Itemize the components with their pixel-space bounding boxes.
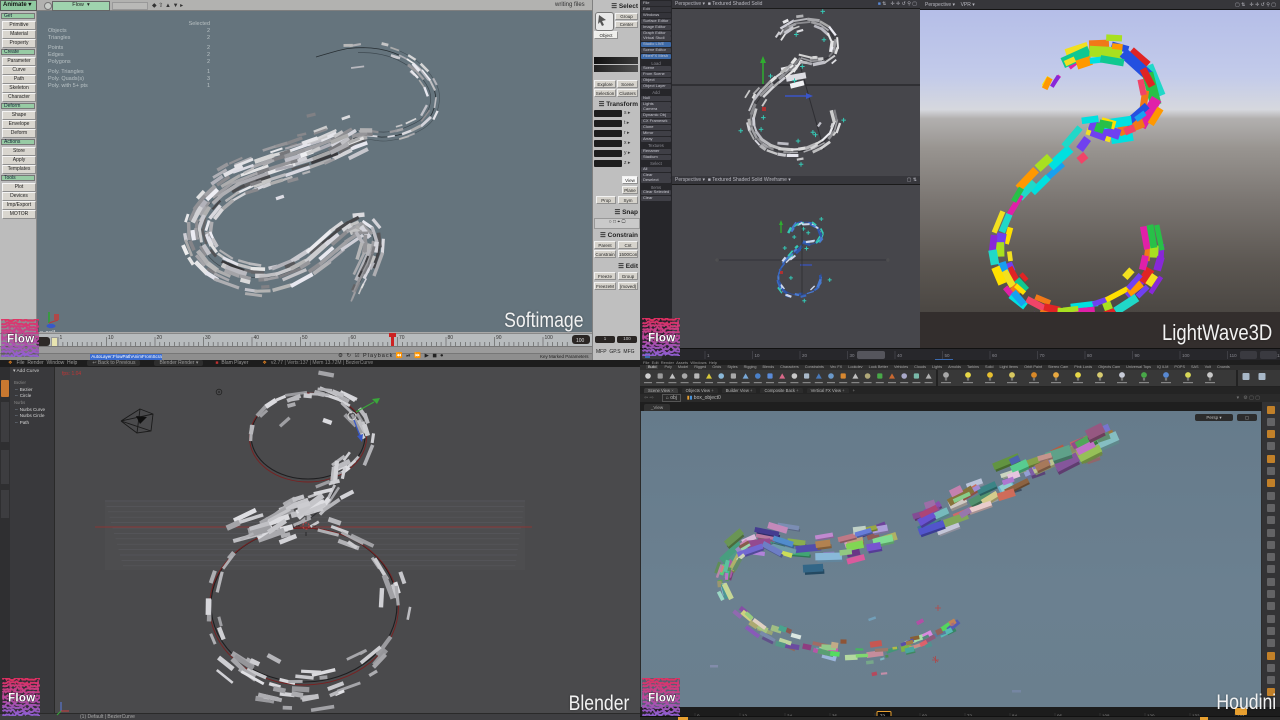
svg-text:40: 40 — [254, 335, 260, 341]
svg-text:s-coll: s-coll — [40, 330, 56, 333]
svg-text:90: 90 — [496, 335, 502, 341]
svg-text:100: 100 — [576, 338, 585, 344]
svg-text:100: 100 — [545, 335, 554, 341]
svg-text:10: 10 — [108, 335, 114, 341]
svg-text:100: 100 — [1182, 353, 1190, 358]
svg-text:40: 40 — [897, 353, 903, 358]
svg-text:60: 60 — [992, 353, 998, 358]
svg-text:1: 1 — [707, 353, 710, 358]
svg-text:50: 50 — [302, 335, 308, 341]
svg-text:Flow: Flow — [648, 693, 675, 705]
svg-text:30: 30 — [205, 335, 211, 341]
svg-text:50: 50 — [945, 353, 951, 358]
svg-text:30: 30 — [850, 353, 856, 358]
svg-text:80: 80 — [1087, 353, 1093, 358]
svg-text:20: 20 — [157, 335, 163, 341]
svg-text:110: 110 — [1230, 353, 1238, 358]
svg-text:Flow: Flow — [7, 334, 34, 346]
svg-text:Flow: Flow — [648, 333, 675, 345]
svg-text:80: 80 — [448, 335, 454, 341]
svg-text:70: 70 — [399, 335, 405, 341]
svg-text:60: 60 — [351, 335, 357, 341]
svg-text:Flow: Flow — [8, 693, 35, 705]
svg-text:20: 20 — [802, 353, 808, 358]
svg-text:70: 70 — [1040, 353, 1046, 358]
svg-text:10: 10 — [755, 353, 761, 358]
svg-text:1: 1 — [60, 335, 63, 341]
svg-text:90: 90 — [1135, 353, 1141, 358]
